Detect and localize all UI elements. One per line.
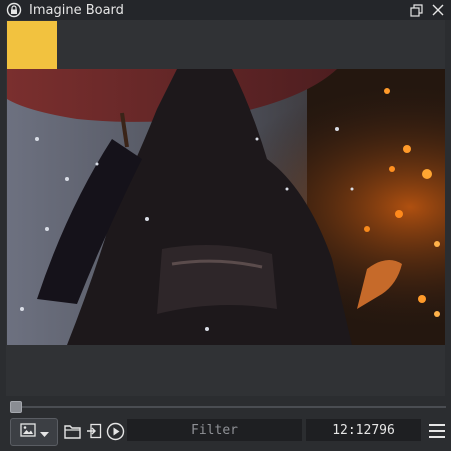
image-viewer-area[interactable] xyxy=(6,20,445,396)
image-icon xyxy=(19,422,36,442)
selected-thumbnail[interactable] xyxy=(7,21,57,70)
restore-icon[interactable] xyxy=(409,3,423,17)
slider-handle[interactable] xyxy=(10,401,22,413)
hamburger-menu-icon[interactable] xyxy=(428,422,446,440)
window-title: Imagine Board xyxy=(29,2,124,18)
viewer-mode-button[interactable] xyxy=(10,418,58,446)
folder-icon[interactable] xyxy=(62,421,82,441)
bottom-toolbar: Filter 12:12796 xyxy=(0,414,451,451)
chevron-down-icon xyxy=(39,423,49,442)
image-counter: 12:12796 xyxy=(306,419,421,441)
close-icon[interactable] xyxy=(431,3,445,17)
title-bar: Imagine Board xyxy=(0,0,451,20)
shield-lock-icon xyxy=(6,2,22,18)
play-icon[interactable] xyxy=(105,421,125,441)
displayed-image[interactable] xyxy=(7,69,445,345)
filter-input[interactable]: Filter xyxy=(127,419,302,441)
import-icon[interactable] xyxy=(84,421,104,441)
image-position-slider[interactable] xyxy=(10,401,446,413)
slider-track[interactable] xyxy=(10,406,446,408)
